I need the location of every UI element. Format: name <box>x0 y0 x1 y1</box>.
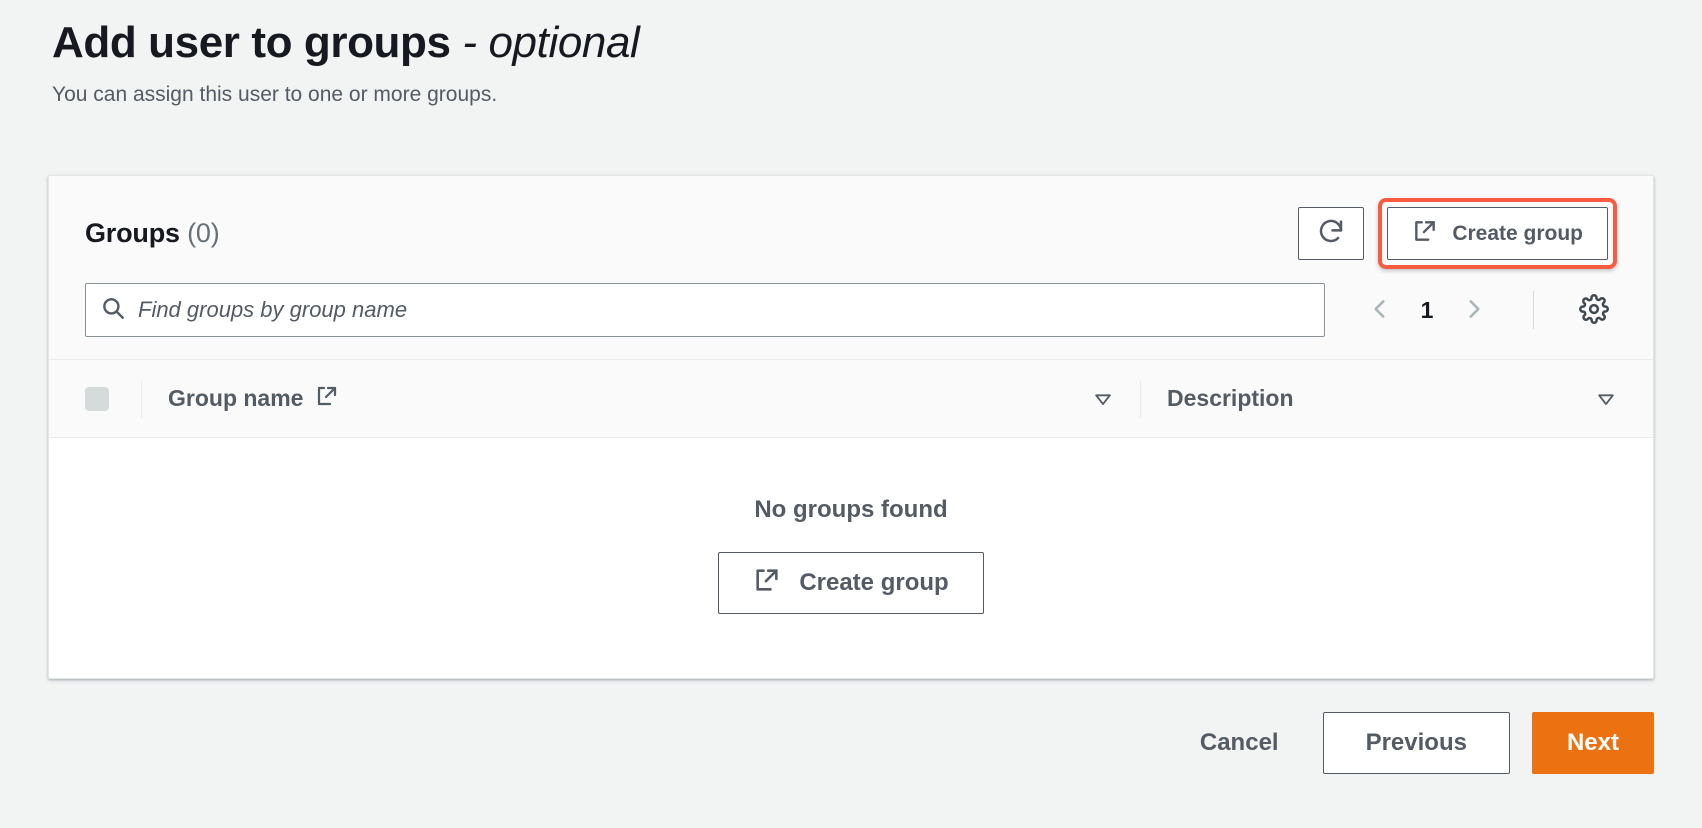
pagination: 1 <box>1363 290 1614 330</box>
create-group-button-top[interactable]: Create group <box>1387 207 1608 260</box>
refresh-button[interactable] <box>1298 207 1365 260</box>
groups-table-header: Group name Description <box>49 360 1653 438</box>
pagination-previous-button[interactable] <box>1363 292 1397 328</box>
groups-count: (0) <box>187 218 220 248</box>
gear-icon <box>1579 293 1609 327</box>
column-header-group-name[interactable]: Group name <box>142 360 1140 437</box>
chevron-left-icon <box>1367 296 1393 325</box>
add-user-to-groups-page: Add user to groups - optional You can as… <box>0 0 1702 828</box>
column-header-group-name-label: Group name <box>168 385 304 411</box>
table-preferences-button[interactable] <box>1574 290 1614 330</box>
groups-header-actions: Create group <box>1298 198 1621 269</box>
groups-card: Groups (0) Create group Find groups by g… <box>48 175 1654 679</box>
page-title-main: Add user to groups <box>52 18 451 67</box>
search-box[interactable] <box>85 283 1325 337</box>
create-group-highlight: Create group <box>1378 198 1617 269</box>
pagination-divider <box>1533 291 1534 329</box>
create-group-button-empty[interactable]: Create group <box>718 552 984 614</box>
next-button[interactable]: Next <box>1531 712 1654 774</box>
external-link-icon <box>1412 218 1438 250</box>
sort-descending-icon[interactable] <box>1092 388 1114 410</box>
pagination-next-button[interactable] <box>1457 292 1491 328</box>
page-header: Add user to groups - optional You can as… <box>0 0 1702 107</box>
page-title-optional: optional <box>488 18 640 67</box>
column-header-description[interactable]: Description <box>1141 360 1653 437</box>
column-header-description-label: Description <box>1167 385 1294 411</box>
sort-descending-icon[interactable] <box>1595 388 1617 410</box>
external-link-icon <box>753 566 781 601</box>
previous-button[interactable]: Previous <box>1322 712 1510 774</box>
search-icon <box>100 295 126 326</box>
refresh-icon <box>1316 216 1346 252</box>
search-input[interactable] <box>138 297 1310 323</box>
cancel-button[interactable]: Cancel <box>1178 717 1301 769</box>
empty-state: No groups found Create group <box>49 438 1653 678</box>
external-link-icon <box>315 384 339 414</box>
page-subtitle: You can assign this user to one or more … <box>52 82 498 106</box>
select-all-cell <box>85 386 141 411</box>
create-group-button-empty-label: Create group <box>799 569 949 596</box>
pagination-page-number[interactable]: 1 <box>1417 297 1437 324</box>
select-all-checkbox[interactable] <box>85 386 109 411</box>
page-title: Add user to groups - optional <box>52 18 1702 69</box>
page-title-dash: - <box>450 18 489 67</box>
groups-title-text: Groups <box>85 218 180 248</box>
empty-state-message: No groups found <box>754 496 948 523</box>
chevron-right-icon <box>1461 296 1487 325</box>
column-header-group-name-label-wrap: Group name <box>168 384 339 414</box>
groups-card-header-top: Groups (0) Create group <box>85 198 1621 269</box>
groups-title: Groups (0) <box>85 218 220 249</box>
groups-filter-row: 1 <box>85 283 1621 337</box>
wizard-footer: Cancel Previous Next <box>48 712 1654 774</box>
groups-card-header: Groups (0) Create group Find groups by g… <box>49 176 1653 360</box>
create-group-button-top-label: Create group <box>1452 221 1583 245</box>
